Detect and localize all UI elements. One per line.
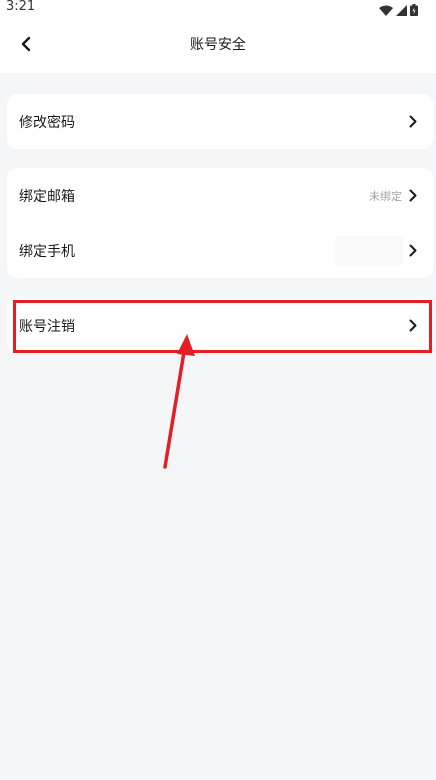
change-password-label: 修改密码	[19, 114, 75, 131]
change-password-row[interactable]: 修改密码	[7, 94, 433, 149]
deactivate-account-label: 账号注销	[19, 318, 75, 335]
bind-email-row[interactable]: 绑定邮箱 未绑定	[7, 168, 433, 223]
password-card: 修改密码	[7, 94, 433, 149]
deactivate-account-row[interactable]: 账号注销	[7, 298, 433, 353]
binding-card: 绑定邮箱 未绑定 绑定手机	[7, 168, 433, 278]
masked-phone-value	[335, 235, 403, 266]
status-time: 3:21	[6, 0, 36, 14]
nav-bar: 账号安全	[0, 16, 436, 73]
page-title: 账号安全	[190, 37, 246, 53]
chevron-right-icon	[407, 244, 419, 258]
chevron-right-icon	[407, 319, 419, 333]
bind-phone-row[interactable]: 绑定手机	[7, 223, 433, 278]
status-bar: 3:21	[0, 0, 436, 16]
bind-email-status: 未绑定	[369, 189, 402, 203]
deactivate-card: 账号注销	[7, 298, 433, 353]
bind-email-label: 绑定邮箱	[19, 188, 75, 205]
chevron-right-icon	[407, 189, 419, 203]
bind-phone-label: 绑定手机	[19, 243, 75, 260]
chevron-right-icon	[407, 115, 419, 129]
